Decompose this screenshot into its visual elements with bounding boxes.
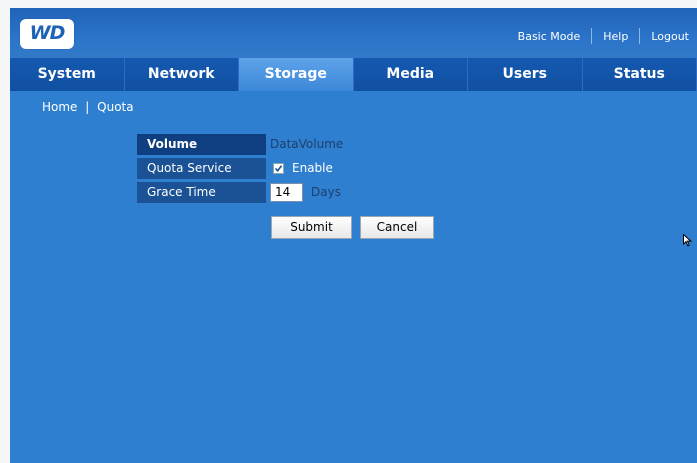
enable-label: Enable <box>292 161 333 175</box>
breadcrumb-separator: | <box>85 100 90 114</box>
mouse-cursor-icon <box>683 232 693 251</box>
quota-service-row: Quota Service Enable <box>137 158 437 179</box>
volume-value: DataVolume <box>270 137 344 151</box>
submit-button[interactable]: Submit <box>271 216 352 239</box>
volume-row: Volume DataVolume <box>137 134 437 155</box>
header-bar: WD Basic Mode Help Logout <box>10 8 697 58</box>
breadcrumb-current: Quota <box>97 100 134 114</box>
app-frame: WD Basic Mode Help Logout System Network… <box>10 8 697 463</box>
logout-link[interactable]: Logout <box>651 30 689 43</box>
wd-logo: WD <box>20 19 74 49</box>
grace-time-input[interactable]: 14 <box>270 183 303 202</box>
tab-status[interactable]: Status <box>583 58 697 91</box>
quota-service-label: Quota Service <box>137 158 266 179</box>
breadcrumb-home[interactable]: Home <box>42 100 77 114</box>
tab-users[interactable]: Users <box>468 58 583 91</box>
tab-network[interactable]: Network <box>125 58 239 91</box>
help-link[interactable]: Help <box>603 30 628 43</box>
grace-time-unit: Days <box>311 185 341 199</box>
enable-checkbox[interactable] <box>273 163 284 174</box>
tab-system[interactable]: System <box>10 58 125 91</box>
main-tabs: System Network Storage Media Users Statu… <box>10 58 697 91</box>
cancel-button[interactable]: Cancel <box>360 216 434 239</box>
basic-mode-link[interactable]: Basic Mode <box>518 30 581 43</box>
tab-media[interactable]: Media <box>354 58 468 91</box>
grace-time-row: Grace Time 14 Days <box>137 182 437 203</box>
check-icon <box>274 165 283 173</box>
top-nav: Basic Mode Help Logout <box>518 28 689 44</box>
logo-text: WD <box>29 22 66 44</box>
tab-storage[interactable]: Storage <box>239 58 354 91</box>
nav-divider <box>639 28 641 44</box>
nav-divider <box>591 28 593 44</box>
breadcrumb: Home | Quota <box>42 100 134 114</box>
grace-time-label: Grace Time <box>137 182 266 203</box>
volume-label: Volume <box>137 134 266 155</box>
